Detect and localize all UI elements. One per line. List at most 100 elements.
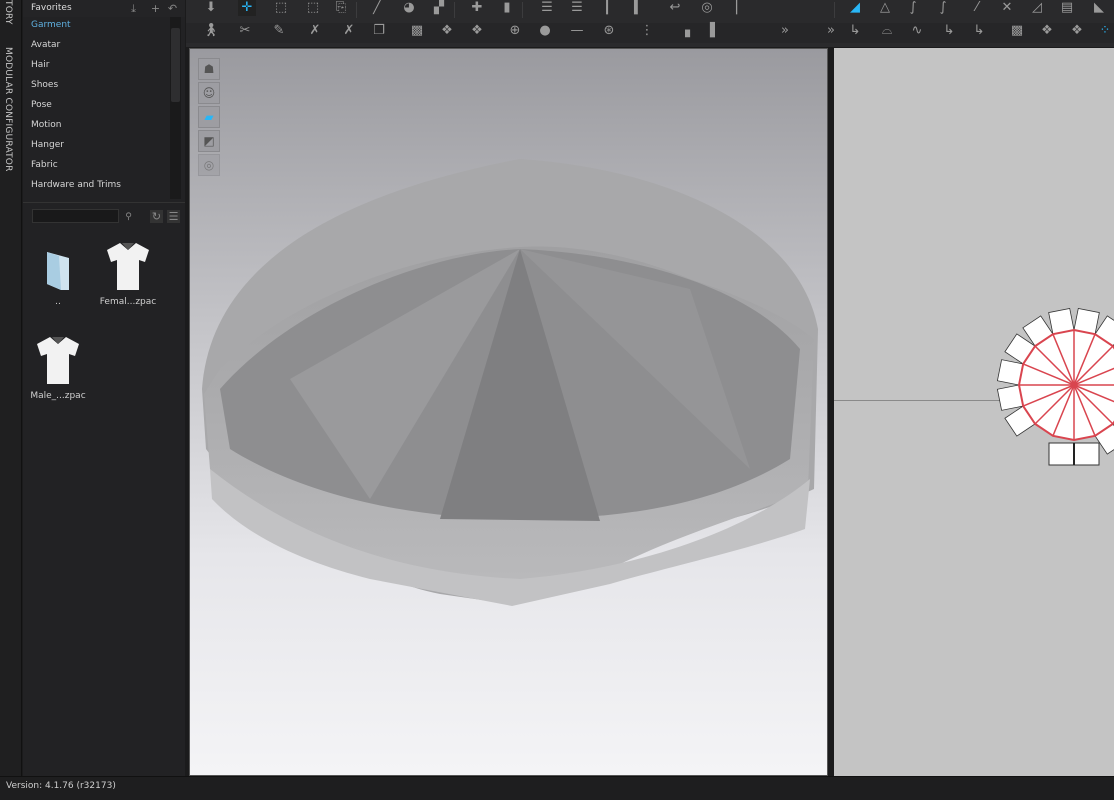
- add-point-icon[interactable]: ⁄: [968, 0, 986, 16]
- button-select-icon[interactable]: ⊕: [506, 23, 524, 39]
- graphic-icon[interactable]: ❖: [468, 23, 486, 39]
- fit-map-icon[interactable]: ▍: [630, 0, 648, 16]
- tack-icon[interactable]: ◕: [400, 0, 418, 16]
- curve-icon[interactable]: ∫: [904, 0, 922, 16]
- fold-icon[interactable]: ⎘: [332, 0, 350, 16]
- edit-curve-icon[interactable]: ∫: [934, 0, 952, 16]
- tape-loop-icon[interactable]: ◎: [698, 0, 716, 16]
- separator: [356, 2, 357, 18]
- free-sew-icon[interactable]: ✗: [340, 23, 358, 39]
- status-bar: Version: 4.1.76 (r32173): [0, 776, 1114, 800]
- buttonhole-icon[interactable]: —: [568, 23, 586, 39]
- texture-icon[interactable]: ❖: [438, 23, 456, 39]
- side-tab-modular-configurator[interactable]: MODULAR CONFIGURATOR: [3, 47, 13, 172]
- file-item-parent-folder[interactable]: ..: [23, 246, 93, 307]
- favorites-label[interactable]: Favorites: [31, 3, 72, 13]
- edit-point-icon[interactable]: ◿: [1028, 0, 1046, 16]
- file-name: Femal...zpac: [99, 297, 157, 307]
- zipper-icon[interactable]: ⋮: [638, 23, 656, 39]
- avatar-pose-icon[interactable]: 🚶︎: [202, 23, 220, 39]
- category-pose[interactable]: Pose: [31, 100, 52, 110]
- library-panel: Favorites ⤓ + ↶ Garment Avatar Hair Shoe…: [23, 0, 185, 776]
- category-hardware-and-trims[interactable]: Hardware and Trims: [31, 180, 121, 190]
- button-icon[interactable]: ●: [536, 23, 554, 39]
- pattern-select-icon[interactable]: ◢: [846, 0, 864, 16]
- 2d-pattern-viewport[interactable]: [834, 48, 1114, 776]
- free-sew-2d-icon[interactable]: ∿: [908, 23, 926, 39]
- category-hanger[interactable]: Hanger: [31, 140, 64, 150]
- tape-icon[interactable]: ↩: [666, 0, 684, 16]
- file-item-male-zpac[interactable]: Male_...zpac: [23, 334, 93, 401]
- sew-icon[interactable]: ✗: [306, 23, 324, 39]
- library-header: Favorites ⤓ + ↶: [23, 0, 185, 17]
- polygon-icon[interactable]: △: [876, 0, 894, 16]
- category-motion[interactable]: Motion: [31, 120, 62, 130]
- edit-seam-icon[interactable]: ✎: [270, 23, 288, 39]
- more-tools-icon[interactable]: »: [822, 23, 840, 39]
- refresh-icon[interactable]: ↻: [150, 210, 163, 223]
- select-box-icon[interactable]: ⬚: [272, 0, 290, 16]
- side-tab-history[interactable]: TORY: [3, 0, 13, 25]
- category-hair[interactable]: Hair: [31, 60, 49, 70]
- segment-sew-icon[interactable]: ⌓: [878, 23, 896, 39]
- file-item-female-zpac[interactable]: Femal...zpac: [93, 240, 163, 307]
- search-icon[interactable]: ⚲: [122, 211, 135, 224]
- fabric-2d-icon[interactable]: ▩: [1008, 23, 1026, 39]
- rectangle-icon[interactable]: ◣: [1090, 0, 1108, 16]
- more-tools-icon[interactable]: »: [776, 23, 794, 39]
- puckering-icon[interactable]: ▗: [676, 23, 694, 39]
- seam-select-icon[interactable]: ✂: [236, 23, 254, 39]
- length-icon[interactable]: ┃: [598, 0, 616, 16]
- library-search-input[interactable]: [32, 209, 119, 223]
- list-view-icon[interactable]: ☰: [167, 210, 180, 223]
- tshirt-icon: [37, 337, 79, 384]
- category-garment[interactable]: Garment: [31, 20, 71, 30]
- graphic-2d-icon[interactable]: ❖: [1068, 23, 1086, 39]
- show-sew-icon[interactable]: ↳: [940, 23, 958, 39]
- arrangement-icon[interactable]: ✚: [468, 0, 486, 16]
- separator: [522, 2, 523, 18]
- fold-pattern-icon[interactable]: ▤: [1058, 0, 1076, 16]
- cut-icon[interactable]: ✕: [998, 0, 1016, 16]
- select-mesh-icon[interactable]: ⬚: [304, 0, 322, 16]
- seam-2d-icon[interactable]: ↳: [846, 23, 864, 39]
- file-name: Male_...zpac: [30, 391, 86, 401]
- tshirt-icon: [107, 243, 149, 290]
- draped-garment-3d: [202, 159, 818, 606]
- divider: [23, 202, 185, 203]
- pattern-pieces: [996, 307, 1114, 466]
- category-scrollbar[interactable]: [170, 17, 181, 199]
- texture-2d-icon[interactable]: ❖: [1038, 23, 1056, 39]
- version-label: Version: 4.1.76 (r32173): [6, 781, 116, 791]
- circumference-icon[interactable]: ☰: [568, 0, 586, 16]
- garment-icon[interactable]: ▞: [430, 0, 448, 16]
- category-fabric[interactable]: Fabric: [31, 160, 58, 170]
- simulate-icon[interactable]: ⬇: [202, 0, 220, 16]
- file-name: ..: [55, 297, 61, 307]
- tape-2d-icon[interactable]: ▌: [706, 23, 724, 39]
- avatar-fit-icon[interactable]: ▮: [498, 0, 516, 16]
- folder-icon: [47, 252, 69, 290]
- side-tab-strip: TORY MODULAR CONFIGURATOR: [0, 0, 22, 776]
- measure-icon[interactable]: ☰: [538, 0, 556, 16]
- fasten-icon[interactable]: ⊛: [600, 23, 618, 39]
- show-points-icon[interactable]: ⁘: [1096, 23, 1114, 39]
- category-avatar[interactable]: Avatar: [31, 40, 60, 50]
- add-icon[interactable]: +: [149, 2, 162, 15]
- toolbar: ⬇ ✛ ⬚ ⬚ ⎘ ╱ ◕ ▞ ✚ ▮ ☰ ☰ ┃ ▍ ↩ ◎ ▏ ◢ △ ∫ …: [186, 0, 1114, 47]
- separator: [834, 2, 835, 18]
- separator: [454, 2, 455, 18]
- category-shoes[interactable]: Shoes: [31, 80, 58, 90]
- 3d-viewport[interactable]: ☗ ☺ ▰ ◩ ◎: [189, 48, 828, 776]
- check-sew-icon[interactable]: ↳: [970, 23, 988, 39]
- pin-icon[interactable]: ╱: [368, 0, 386, 16]
- toolbar-row-3d: ⬇ ✛ ⬚ ⬚ ⎘ ╱ ◕ ▞ ✚ ▮ ☰ ☰ ┃ ▍ ↩ ◎ ▏ ◢ △ ∫ …: [186, 0, 1114, 20]
- download-icon[interactable]: ⤓: [127, 2, 140, 15]
- back-icon[interactable]: ↶: [166, 2, 179, 15]
- ruler-icon[interactable]: ▏: [732, 0, 750, 16]
- scroll-thumb[interactable]: [171, 28, 180, 102]
- sewing-check-icon[interactable]: ❐: [370, 23, 388, 39]
- fabric-icon[interactable]: ▩: [408, 23, 426, 39]
- toolbar-row-2d: 🚶︎ ✂ ✎ ✗ ✗ ❐ ▩ ❖ ❖ ⊕ ● — ⊛ ⋮ ▗ ▌ » » ↳ ⌓…: [186, 23, 1114, 43]
- transform-icon[interactable]: ✛: [238, 0, 256, 16]
